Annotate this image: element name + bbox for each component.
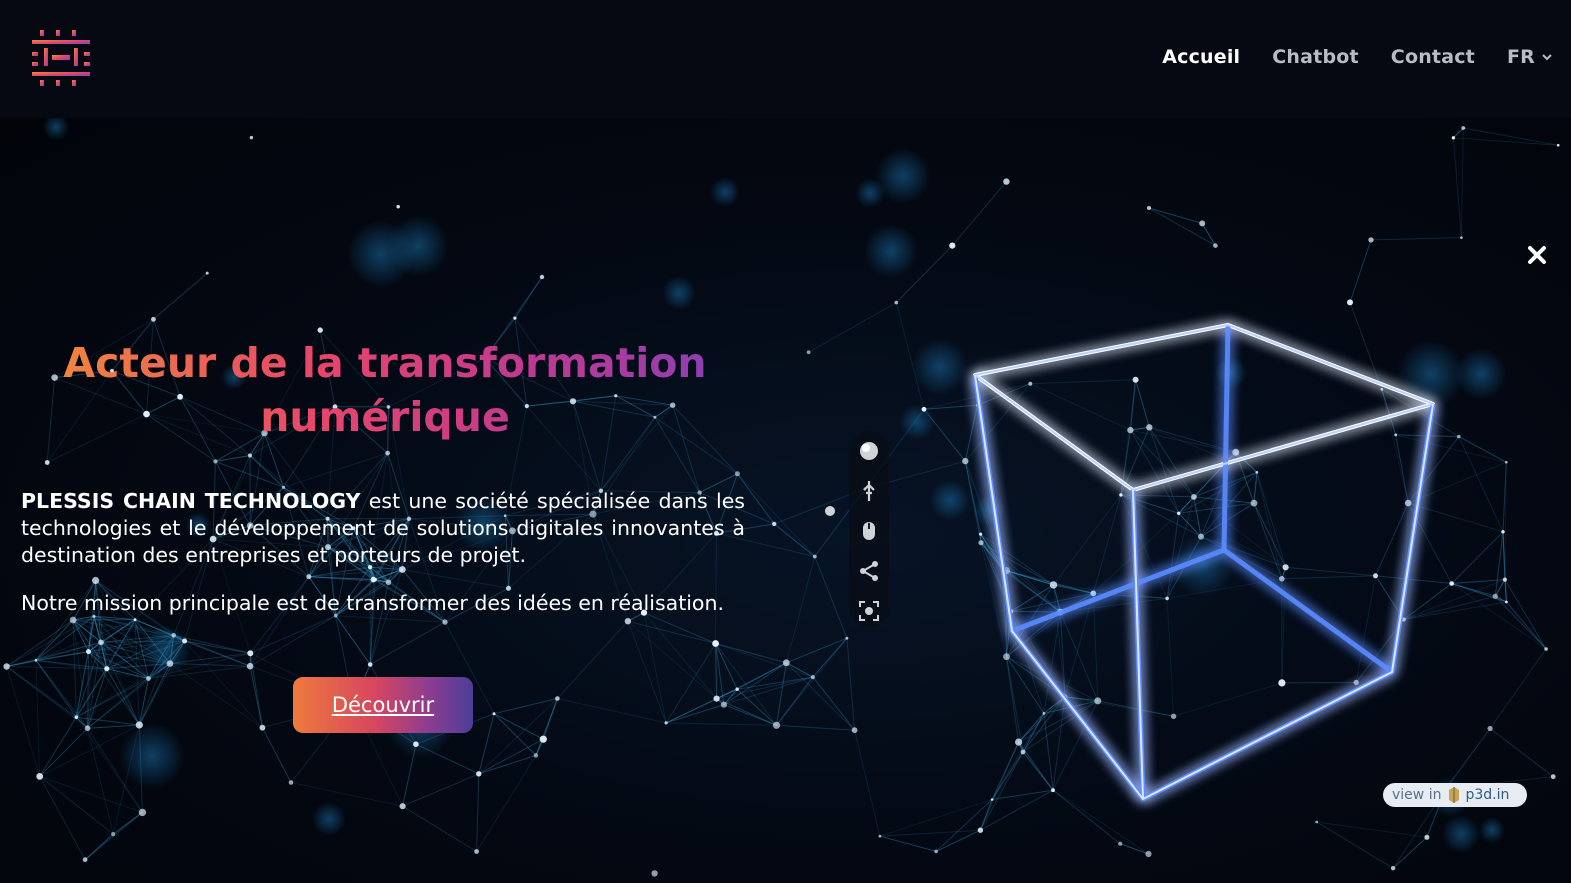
fullscreen-icon[interactable] — [857, 599, 881, 623]
hero-headline: Acteur de la transformation numérique — [40, 336, 730, 444]
nav-item-chatbot[interactable]: Chatbot — [1272, 46, 1359, 68]
discover-button-label: Découvrir — [331, 693, 435, 717]
share-icon[interactable] — [857, 559, 881, 583]
main-nav: Accueil Chatbot Contact FR — [1162, 46, 1553, 68]
discover-button[interactable]: Découvrir — [293, 677, 473, 733]
nav-item-contact[interactable]: Contact — [1391, 46, 1475, 68]
badge-site: p3d.in — [1465, 787, 1510, 803]
p3d-badge[interactable]: view in p3d.in — [1383, 783, 1527, 807]
company-logo-icon[interactable] — [30, 28, 92, 90]
lighting-icon[interactable] — [857, 439, 881, 463]
mission-paragraph: Notre mission principale est de transfor… — [21, 591, 724, 615]
toolbar-handle[interactable] — [825, 506, 835, 516]
headline-line-2: numérique — [260, 393, 510, 441]
site-header: Accueil Chatbot Contact FR — [0, 0, 1571, 118]
close-icon[interactable] — [1525, 243, 1549, 267]
language-selector[interactable]: FR — [1507, 46, 1553, 68]
pin-icon[interactable] — [857, 479, 881, 503]
p3d-logo-icon — [1449, 787, 1460, 803]
nav-item-accueil[interactable]: Accueil — [1162, 46, 1240, 68]
company-name: PLESSIS CHAIN TECHNOLOGY — [21, 489, 361, 513]
chevron-down-icon — [1542, 54, 1552, 61]
badge-view-in: view in — [1392, 787, 1442, 803]
headline-line-1: Acteur de la transformation — [63, 339, 707, 387]
viewer-toolbar — [849, 431, 889, 627]
language-label: FR — [1506, 46, 1535, 68]
hero-section: Acteur de la transformation numérique PL… — [0, 118, 1571, 883]
mouse-icon[interactable] — [857, 519, 881, 543]
intro-paragraph: PLESSIS CHAIN TECHNOLOGY est une société… — [21, 488, 745, 569]
